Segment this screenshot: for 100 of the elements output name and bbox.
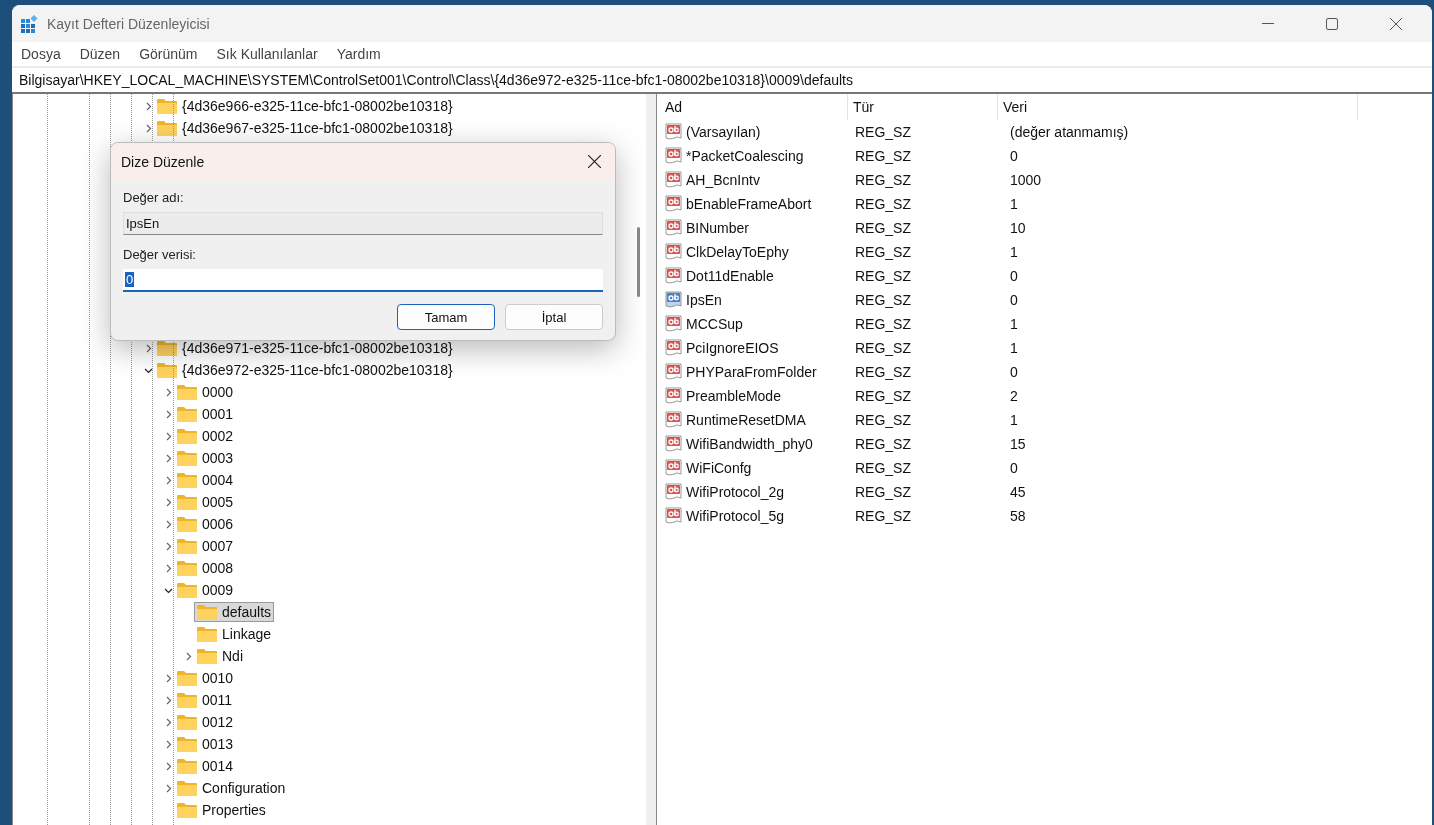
folder-icon bbox=[177, 384, 197, 400]
tree-item[interactable]: {4d36e972-e325-11ce-bfc1-08002be10318} bbox=[154, 360, 456, 380]
menu-item[interactable]: Yardım bbox=[336, 46, 381, 62]
tree-item[interactable]: Properties bbox=[174, 800, 269, 820]
folder-icon bbox=[177, 582, 197, 598]
tree-item[interactable]: 0000 bbox=[174, 382, 237, 402]
value-data: 0 bbox=[1009, 148, 1019, 164]
value-name[interactable]: WiFiConfg bbox=[686, 460, 752, 476]
tree-item[interactable]: Ndi bbox=[194, 646, 246, 666]
value-data: 0 bbox=[1009, 364, 1019, 380]
value-name[interactable]: WifiBandwidth_phy0 bbox=[686, 436, 813, 452]
menu-item[interactable]: Düzen bbox=[79, 46, 121, 62]
value-name[interactable]: IpsEn bbox=[686, 292, 722, 308]
tree-item[interactable]: 0012 bbox=[174, 712, 237, 732]
value-data: 10 bbox=[1009, 220, 1027, 236]
tree-item[interactable]: 0014 bbox=[174, 756, 237, 776]
value-name-field[interactable]: IpsEn bbox=[123, 212, 603, 235]
tree-item[interactable]: 0008 bbox=[174, 558, 237, 578]
scrollbar-thumb[interactable] bbox=[637, 227, 640, 297]
folder-icon bbox=[177, 494, 197, 510]
value-data: 0 bbox=[1009, 268, 1019, 284]
tree-item[interactable]: 0009 bbox=[174, 580, 237, 600]
address-bar[interactable]: Bilgisayar\HKEY_LOCAL_MACHINE\SYSTEM\ControlSet001\Control\Class\{4d36e972-e325-11ce-bfc1-08002be10318}\0009\defaults bbox=[12, 66, 1432, 94]
tree-item[interactable]: {4d36e967-e325-11ce-bfc1-08002be10318} bbox=[154, 118, 456, 138]
folder-icon bbox=[177, 758, 197, 774]
tree-item[interactable]: 0013 bbox=[174, 734, 237, 754]
menu-item[interactable]: Dosya bbox=[21, 46, 61, 62]
menu-item[interactable]: Görünüm bbox=[139, 46, 198, 62]
folder-icon bbox=[177, 472, 197, 488]
folder-icon bbox=[177, 736, 197, 752]
value-type: REG_SZ bbox=[854, 292, 912, 308]
value-data-field[interactable]: 0 bbox=[123, 269, 603, 292]
value-name[interactable]: PciIgnoreEIOS bbox=[686, 340, 779, 356]
menu-item[interactable]: Sık Kullanılanlar bbox=[216, 46, 318, 62]
value-type: REG_SZ bbox=[854, 460, 912, 476]
column-header[interactable]: Tür bbox=[848, 94, 998, 120]
tree-item[interactable]: 0006 bbox=[174, 514, 237, 534]
value-name[interactable]: Dot11dEnable bbox=[686, 268, 774, 284]
value-data: 1 bbox=[1009, 196, 1019, 212]
value-type: REG_SZ bbox=[854, 268, 912, 284]
value-data: 58 bbox=[1009, 508, 1027, 524]
folder-icon bbox=[177, 714, 197, 730]
folder-icon bbox=[177, 802, 197, 818]
value-type: REG_SZ bbox=[854, 124, 912, 140]
tree-item[interactable]: 0007 bbox=[174, 536, 237, 556]
value-data: 1 bbox=[1009, 412, 1019, 428]
tree-item[interactable]: Linkage bbox=[194, 624, 275, 644]
tree-item[interactable]: 0002 bbox=[174, 426, 237, 446]
value-type: REG_SZ bbox=[854, 484, 912, 500]
close-icon[interactable] bbox=[1390, 17, 1402, 30]
folder-icon bbox=[197, 648, 217, 664]
tree-item[interactable]: 0010 bbox=[174, 668, 237, 688]
value-type: REG_SZ bbox=[854, 340, 912, 356]
value-name[interactable]: WifiProtocol_5g bbox=[686, 508, 785, 524]
value-name[interactable]: PHYParaFromFolder bbox=[686, 364, 817, 380]
tree-item[interactable]: 0005 bbox=[174, 492, 237, 512]
value-name[interactable]: RuntimeResetDMA bbox=[686, 412, 806, 428]
value-type: REG_SZ bbox=[854, 364, 912, 380]
tree-item[interactable]: {4d36e966-e325-11ce-bfc1-08002be10318} bbox=[154, 96, 456, 116]
value-name[interactable]: *PacketCoalescing bbox=[686, 148, 804, 164]
minimize-icon[interactable] bbox=[1262, 22, 1274, 25]
value-data: 45 bbox=[1009, 484, 1027, 500]
value-type: REG_SZ bbox=[854, 412, 912, 428]
dialog-button[interactable]: Tamam bbox=[397, 304, 495, 330]
value-name[interactable]: MCCSup bbox=[686, 316, 743, 332]
value-name[interactable]: (Varsayılan) bbox=[686, 124, 761, 140]
tree-item[interactable]: 0003 bbox=[174, 448, 237, 468]
folder-icon bbox=[177, 780, 197, 796]
folder-icon bbox=[197, 604, 217, 620]
value-type: REG_SZ bbox=[854, 388, 912, 404]
value-name[interactable]: BINumber bbox=[686, 220, 750, 236]
close-icon[interactable] bbox=[588, 155, 601, 168]
folder-icon bbox=[177, 560, 197, 576]
maximize-icon[interactable] bbox=[1326, 17, 1338, 30]
value-name[interactable]: bEnableFrameAbort bbox=[686, 196, 812, 212]
folder-icon bbox=[177, 670, 197, 686]
column-header[interactable]: Ad bbox=[663, 94, 848, 120]
tree-item[interactable]: defaults bbox=[194, 602, 275, 622]
field-label: Değer adı: bbox=[123, 190, 185, 205]
value-type: REG_SZ bbox=[854, 196, 912, 212]
folder-icon bbox=[177, 538, 197, 554]
value-type: REG_SZ bbox=[854, 244, 912, 260]
tree-item[interactable]: {4d36e971-e325-11ce-bfc1-08002be10318} bbox=[154, 338, 456, 358]
tree-item[interactable]: 0004 bbox=[174, 470, 237, 490]
window-title: Kayıt Defteri Düzenleyicisi bbox=[47, 15, 210, 32]
column-header[interactable]: Veri bbox=[998, 94, 1358, 120]
tree-item[interactable]: Configuration bbox=[174, 778, 289, 798]
value-name[interactable]: PreambleMode bbox=[686, 388, 781, 404]
dialog-title: Dize Düzenle bbox=[121, 153, 205, 170]
value-data: 1 bbox=[1009, 244, 1019, 260]
value-type: REG_SZ bbox=[854, 172, 912, 188]
value-name[interactable]: AH_BcnIntv bbox=[686, 172, 760, 188]
dialog-button[interactable]: İptal bbox=[505, 304, 603, 330]
tree-item[interactable]: 0001 bbox=[174, 404, 237, 424]
value-data: (değer atanmamış) bbox=[1009, 124, 1130, 140]
value-name[interactable]: WifiProtocol_2g bbox=[686, 484, 785, 500]
value-type: REG_SZ bbox=[854, 508, 912, 524]
tree-item[interactable]: 0011 bbox=[174, 690, 236, 710]
value-name[interactable]: ClkDelayToEphy bbox=[686, 244, 789, 260]
folder-icon bbox=[177, 406, 197, 422]
